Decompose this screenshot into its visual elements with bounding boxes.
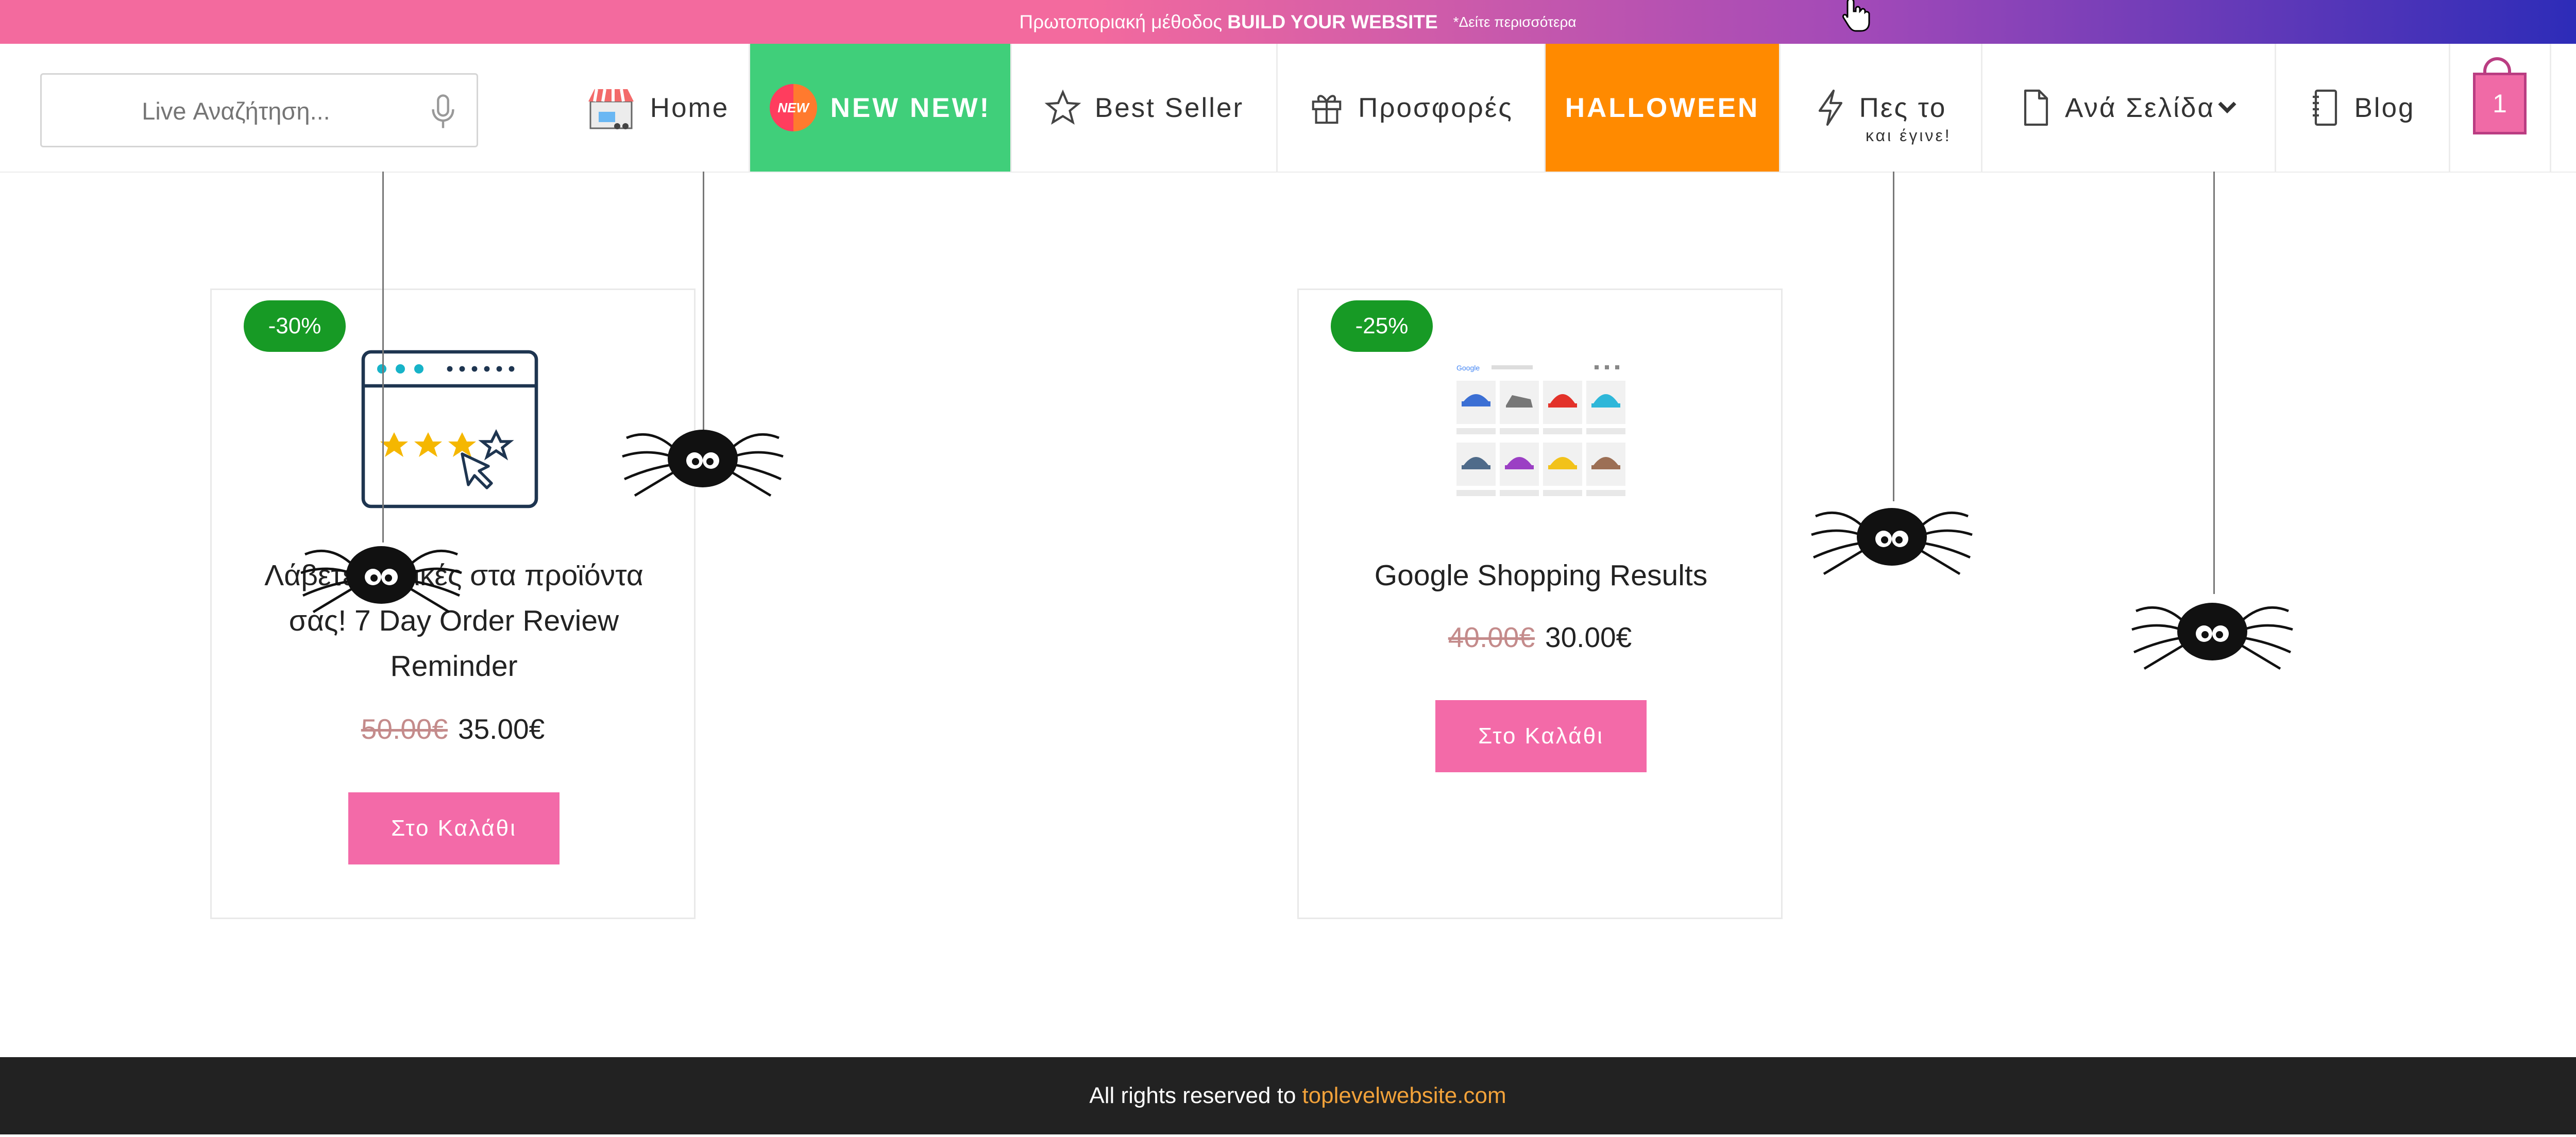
discount-badge: -25% [1331, 300, 1433, 352]
nav-best-seller[interactable]: Best Seller [1012, 44, 1278, 172]
current-price: 30.00€ [1545, 621, 1632, 653]
site-header: Home NEW NEW NEW! Best Seller Προσφορές … [0, 44, 2576, 173]
lightning-icon [1818, 89, 1842, 126]
nav-best-seller-label: Best Seller [1094, 92, 1244, 123]
search-box[interactable] [40, 73, 478, 147]
old-price: 40.00€ [1448, 621, 1535, 653]
nav-ana-selida-label: Ανά Σελίδα [2064, 92, 2215, 123]
nav-halloween[interactable]: HALLOWEEN [1546, 44, 1781, 172]
nav-ana-selida[interactable]: Ανά Σελίδα [1982, 44, 2276, 172]
discount-badge: -30% [244, 300, 346, 352]
nav-new[interactable]: NEW NEW NEW! [750, 44, 1012, 172]
nav-home-label: Home [650, 92, 730, 123]
old-price: 50.00€ [361, 713, 448, 745]
add-to-cart-button[interactable]: Στο Καλάθι [348, 792, 560, 864]
shop-icon [588, 89, 634, 129]
cart-count[interactable]: 1 [2473, 73, 2527, 134]
footer-text: All rights reserved to [1089, 1083, 1296, 1108]
nav-new-label: NEW NEW! [830, 92, 991, 123]
chevron-down-icon [2218, 101, 2236, 114]
add-to-cart-button[interactable]: Στο Καλάθι [1435, 700, 1647, 772]
spider-thread [2213, 172, 2215, 594]
spider-thread [382, 172, 384, 542]
nav-offers-label: Προσφορές [1358, 92, 1513, 123]
spider-icon [622, 430, 784, 497]
nav-blog[interactable]: Blog [2276, 44, 2450, 172]
new-badge-icon: NEW [769, 84, 817, 131]
nav-offers[interactable]: Προσφορές [1278, 44, 1546, 172]
product-title[interactable]: Google Shopping Results [1330, 553, 1752, 598]
search-input[interactable] [57, 81, 415, 141]
promo-more-link[interactable]: *Δείτε περισσότερα [1453, 14, 1577, 30]
star-icon [1044, 89, 1081, 125]
spider-thread [1893, 172, 1894, 501]
product-price: 50.00€ 35.00€ [212, 712, 694, 745]
product-price: 40.00€ 30.00€ [1299, 621, 1781, 654]
nav-home[interactable]: Home [567, 44, 750, 172]
microphone-icon[interactable] [430, 94, 456, 129]
hand-cursor-icon [1842, 0, 1870, 32]
google-shopping-image[interactable]: Google [1454, 362, 1630, 504]
promo-bar[interactable]: Πρωτοποριακή μέθοδος BUILD YOUR WEBSITE … [0, 0, 2576, 44]
product-card: -25% Google Google Shopping Results 40.0… [1297, 289, 1783, 919]
current-price: 35.00€ [458, 713, 545, 745]
nav-pes-to[interactable]: Πες το και έγινε! [1781, 44, 1982, 172]
promo-bold-text: BUILD YOUR WEBSITE [1227, 11, 1438, 32]
spider-icon [2131, 603, 2293, 670]
nav-pes-to-label: Πες το [1859, 92, 1947, 123]
footer-link[interactable]: toplevelwebsite.com [1302, 1083, 1506, 1109]
gift-icon [1312, 95, 1342, 124]
site-footer: All rights reserved to toplevelwebsite.c… [0, 1057, 2576, 1134]
nav-halloween-label: HALLOWEEN [1565, 92, 1760, 123]
review-reminder-image[interactable] [357, 346, 549, 516]
promo-text: Πρωτοποριακή μέθοδος [1019, 11, 1223, 32]
document-icon [2024, 89, 2048, 126]
spider-icon [1811, 508, 1973, 575]
nav-blog-label: Blog [2354, 92, 2415, 123]
nav-pes-to-sublabel: και έγινε! [1866, 126, 1952, 145]
spider-icon [300, 546, 462, 614]
svg-text:Google: Google [1456, 364, 1480, 372]
spider-thread [703, 172, 704, 460]
notebook-icon [2313, 89, 2337, 126]
